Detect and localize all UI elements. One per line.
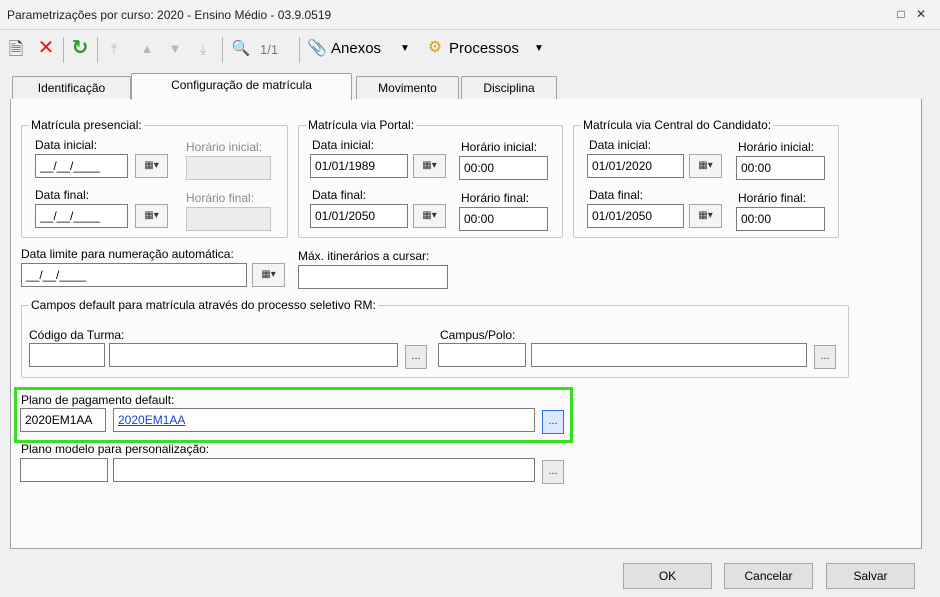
central-end-date-input[interactable]: 01/01/2050	[587, 204, 684, 228]
maximize-icon[interactable]: □	[893, 6, 909, 22]
class-code-input[interactable]	[29, 343, 105, 367]
portal-end-label: Data final:	[312, 188, 367, 202]
record-counter: 1/1	[260, 42, 279, 57]
payment-plan-code-input[interactable]: 2020EM1AA	[20, 408, 106, 432]
calendar-dropdown-icon[interactable]: ▦▾	[135, 204, 168, 228]
max-itineraries-label: Máx. itinerários a cursar:	[298, 249, 430, 263]
central-start-time-input[interactable]: 00:00	[736, 156, 825, 180]
portal-legend: Matrícula via Portal:	[306, 118, 417, 132]
calendar-dropdown-icon[interactable]: ▦▾	[135, 154, 168, 178]
portal-start-time-label: Horário inicial:	[461, 140, 538, 154]
chevron-down-icon[interactable]: ▼	[534, 43, 544, 54]
window-title: Parametrizações por curso: 2020 - Ensino…	[7, 8, 332, 22]
limit-date-label: Data limite para numeração automática:	[21, 247, 234, 261]
model-plan-description-input[interactable]	[113, 458, 535, 482]
limit-date-input[interactable]: __/__/____	[21, 263, 247, 287]
max-itineraries-input[interactable]	[298, 265, 448, 289]
next-record-icon[interactable]: ▼	[164, 38, 186, 60]
portal-start-date-input[interactable]: 01/01/1989	[310, 154, 408, 178]
toolbar-separator	[97, 37, 98, 63]
tab-movimento[interactable]: Movimento	[356, 76, 459, 100]
toolbar-separator	[299, 37, 300, 63]
class-code-label: Código da Turma:	[29, 328, 125, 342]
model-plan-lookup-button[interactable]: ...	[542, 460, 564, 484]
central-end-label: Data final:	[589, 188, 644, 202]
class-lookup-button[interactable]: ...	[405, 345, 427, 369]
processes-menu[interactable]: Processos	[449, 40, 519, 57]
calendar-dropdown-icon[interactable]: ▦▾	[413, 204, 446, 228]
toolbar-separator	[222, 37, 223, 63]
previous-record-icon[interactable]: ▲	[136, 38, 158, 60]
tab-configuracao-matricula[interactable]: Configuração de matrícula	[131, 73, 352, 100]
presencial-end-date-input[interactable]: __/__/____	[35, 204, 128, 228]
new-document-icon[interactable]: 🗎	[5, 38, 27, 60]
presencial-end-label: Data final:	[35, 188, 90, 202]
calendar-dropdown-icon[interactable]: ▦▾	[689, 154, 722, 178]
campus-code-input[interactable]	[438, 343, 526, 367]
portal-end-date-input[interactable]: 01/01/2050	[310, 204, 408, 228]
ok-button[interactable]: OK	[623, 563, 712, 589]
central-start-label: Data inicial:	[589, 138, 652, 152]
payment-plan-description-link[interactable]: 2020EM1AA	[113, 408, 535, 432]
presencial-start-time-label: Horário inicial:	[186, 140, 263, 154]
attachments-menu[interactable]: Anexos	[331, 40, 381, 57]
first-record-icon[interactable]: ⤒	[103, 38, 125, 60]
payment-plan-label: Plano de pagamento default:	[21, 393, 175, 407]
class-name-input[interactable]	[109, 343, 398, 367]
central-start-date-input[interactable]: 01/01/2020	[587, 154, 684, 178]
delete-icon[interactable]: ✕	[35, 37, 57, 59]
title-bar: Parametrizações por curso: 2020 - Ensino…	[0, 0, 940, 30]
model-plan-code-input[interactable]	[20, 458, 108, 482]
calendar-dropdown-icon[interactable]: ▦▾	[689, 204, 722, 228]
last-record-icon[interactable]: ⤓	[192, 38, 214, 60]
central-end-time-input[interactable]: 00:00	[736, 207, 825, 231]
presencial-end-time-input	[186, 207, 271, 231]
presencial-start-label: Data inicial:	[35, 138, 98, 152]
chevron-down-icon[interactable]: ▼	[400, 43, 410, 54]
binoculars-icon[interactable]: 🔍	[230, 38, 252, 60]
toolbar-separator	[63, 37, 64, 63]
campus-lookup-button[interactable]: ...	[814, 345, 836, 369]
presencial-start-time-input	[186, 156, 271, 180]
close-icon[interactable]: ✕	[913, 6, 929, 22]
rm-defaults-legend: Campos default para matrícula através do…	[29, 298, 378, 312]
central-end-time-label: Horário final:	[738, 191, 807, 205]
save-button[interactable]: Salvar	[826, 563, 915, 589]
payment-plan-lookup-button[interactable]: ...	[542, 410, 564, 434]
tab-disciplina[interactable]: Disciplina	[461, 76, 557, 100]
refresh-icon[interactable]: ↻	[69, 37, 91, 59]
calendar-dropdown-icon[interactable]: ▦▾	[413, 154, 446, 178]
campus-name-input[interactable]	[531, 343, 807, 367]
model-plan-label: Plano modelo para personalização:	[21, 442, 210, 456]
presencial-end-time-label: Horário final:	[186, 191, 255, 205]
cancel-button[interactable]: Cancelar	[724, 563, 813, 589]
central-legend: Matrícula via Central do Candidato:	[581, 118, 774, 132]
paperclip-icon[interactable]: 📎	[306, 38, 328, 60]
tab-identificacao[interactable]: Identificação	[12, 76, 131, 100]
presencial-start-date-input[interactable]: __/__/____	[35, 154, 128, 178]
central-start-time-label: Horário inicial:	[738, 140, 815, 154]
portal-start-time-input[interactable]: 00:00	[459, 156, 548, 180]
rm-defaults-group	[21, 305, 849, 378]
presencial-legend: Matrícula presencial:	[29, 118, 144, 132]
campus-label: Campus/Polo:	[440, 328, 516, 342]
gears-icon[interactable]: ⚙	[424, 37, 446, 59]
calendar-dropdown-icon[interactable]: ▦▾	[252, 263, 285, 287]
portal-end-time-input[interactable]: 00:00	[459, 207, 548, 231]
portal-start-label: Data inicial:	[312, 138, 375, 152]
portal-end-time-label: Horário final:	[461, 191, 530, 205]
